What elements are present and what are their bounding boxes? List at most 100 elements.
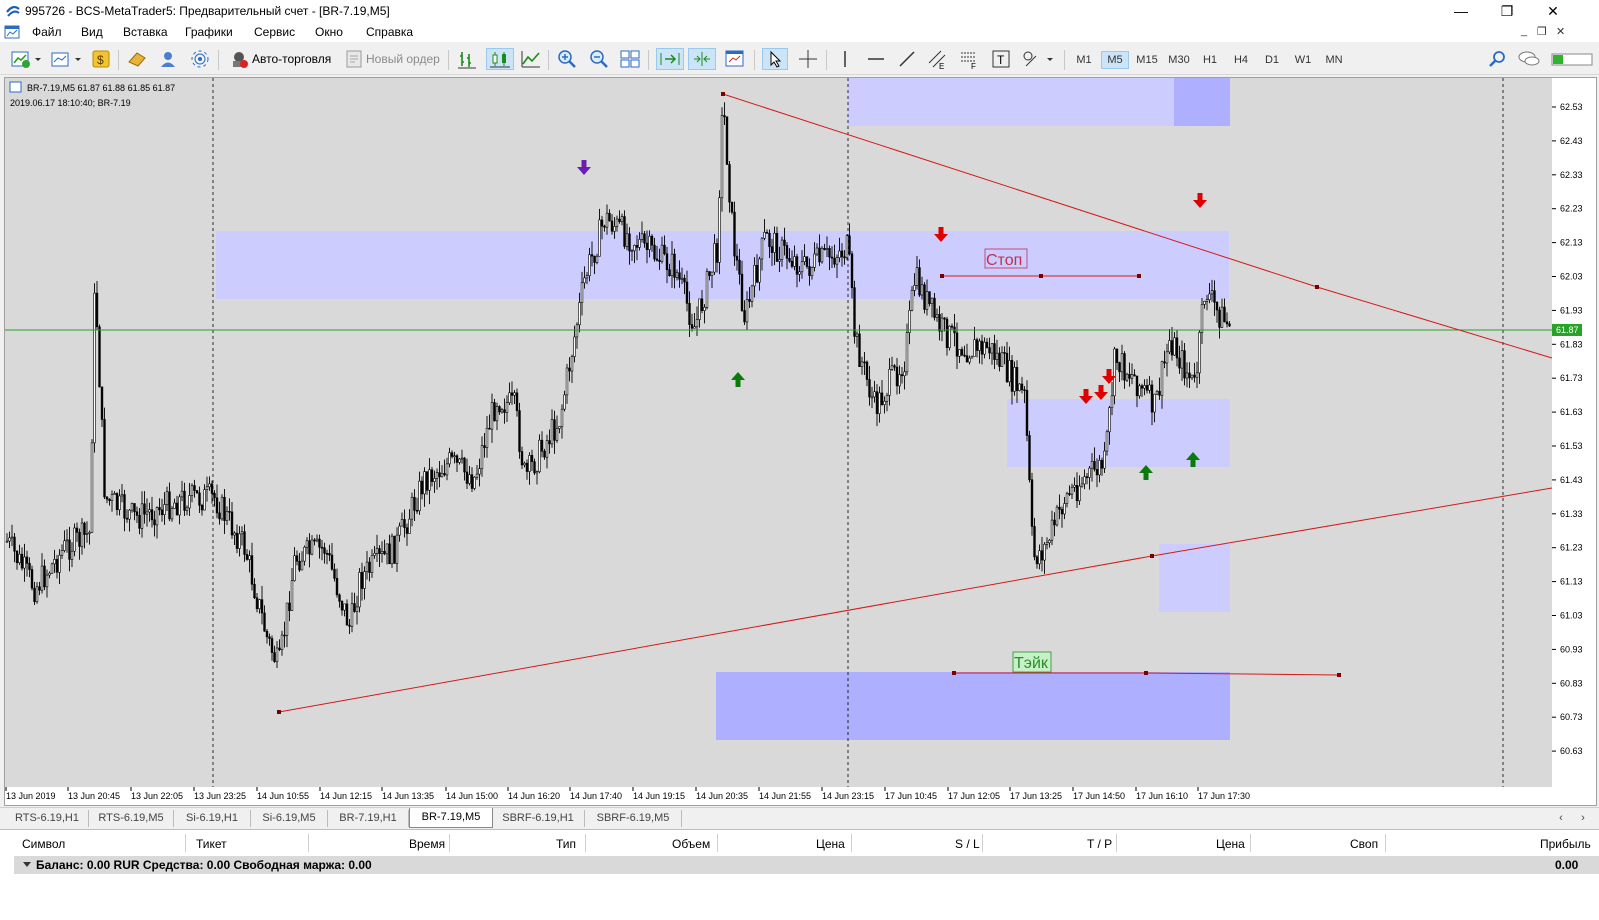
timeframe-m5[interactable]: M5 <box>1101 51 1129 69</box>
price-candle-body <box>560 408 564 427</box>
profiles-button[interactable] <box>50 48 84 70</box>
menu-file[interactable]: Файл <box>32 25 62 39</box>
menu-tools[interactable]: Сервис <box>254 25 295 39</box>
col-symbol[interactable]: Символ <box>22 837 65 851</box>
tab-br-h1[interactable]: BR-7.19,H1 <box>328 810 409 827</box>
col-volume[interactable]: Объем <box>672 837 710 851</box>
price-candle-body <box>35 586 39 603</box>
price-candle-body <box>428 469 431 491</box>
col-profit[interactable]: Прибыль <box>1540 837 1591 851</box>
price-candle-body <box>230 511 234 536</box>
price-candle-body <box>448 452 451 465</box>
chart-shift-button[interactable] <box>688 48 716 70</box>
price-candle-body <box>5 540 9 543</box>
text-tool-button[interactable]: T <box>990 48 1012 70</box>
fibonacci-tool-button[interactable]: F <box>958 48 982 70</box>
time-tick-label: 14 Jun 20:35 <box>696 791 748 801</box>
time-tick-label: 17 Jun 14:50 <box>1073 791 1125 801</box>
price-candle-body <box>23 556 26 569</box>
timeframe-m30[interactable]: M30 <box>1164 51 1194 69</box>
mdi-close-button[interactable]: ✕ <box>1556 25 1565 38</box>
price-candle-body <box>1205 299 1209 302</box>
price-candle-body <box>430 469 434 482</box>
market-watch-button[interactable]: $ <box>90 48 112 70</box>
mdi-minimize-button[interactable]: _ <box>1521 25 1527 37</box>
tile-windows-button[interactable] <box>619 48 641 70</box>
timeframe-w1[interactable]: W1 <box>1289 51 1317 69</box>
timeframe-d1[interactable]: D1 <box>1258 51 1286 69</box>
navigator-button[interactable] <box>126 48 148 70</box>
price-zone <box>848 78 1174 126</box>
zoom-out-button[interactable] <box>588 48 610 70</box>
balance-row[interactable]: Баланс: 0.00 RUR Средства: 0.00 Свободна… <box>14 856 1599 874</box>
tabs-scroll-left-icon[interactable]: ‹ <box>1555 810 1567 827</box>
templates-button[interactable] <box>724 48 746 70</box>
col-tp[interactable]: T / P <box>1087 837 1112 851</box>
price-candle-body <box>245 554 249 560</box>
price-candle-body <box>648 235 651 251</box>
cursor-tool-button[interactable] <box>762 48 788 70</box>
minimize-button[interactable]: — <box>1438 0 1484 22</box>
tab-sbrf-h1[interactable]: SBRF-6.19,H1 <box>492 810 585 827</box>
col-price[interactable]: Цена <box>816 837 845 851</box>
auto-trading-icon <box>233 52 248 68</box>
timeframe-h1[interactable]: H1 <box>1196 51 1224 69</box>
maximize-button[interactable]: ❐ <box>1484 0 1530 22</box>
price-candle-body <box>863 361 866 364</box>
price-candle-body <box>575 324 579 338</box>
auto-scroll-button[interactable] <box>656 48 684 70</box>
crosshair-tool-button[interactable] <box>797 48 819 70</box>
price-candle-body <box>248 555 251 560</box>
tab-si-m5[interactable]: Si-6.19,M5 <box>251 810 328 827</box>
price-candle-body <box>343 603 346 611</box>
equidistant-channel-tool-button[interactable]: E <box>926 48 950 70</box>
tab-si-h1[interactable]: Si-6.19,H1 <box>174 810 251 827</box>
zoom-in-button[interactable] <box>556 48 578 70</box>
horizontal-line-tool-button[interactable] <box>865 48 887 70</box>
bar-chart-button[interactable] <box>456 48 478 70</box>
mdi-restore-button[interactable]: ❐ <box>1537 25 1547 38</box>
menu-help[interactable]: Справка <box>366 25 413 39</box>
timeframe-m1[interactable]: M1 <box>1070 51 1098 69</box>
signals-button[interactable] <box>189 48 211 70</box>
price-candle-body <box>138 515 141 529</box>
new-order-button[interactable]: Новый ордер <box>342 48 442 70</box>
col-current-price[interactable]: Цена <box>1216 837 1245 851</box>
tabs-scroll-right-icon[interactable]: › <box>1577 810 1589 827</box>
price-tick-label: 61.03 <box>1560 611 1583 621</box>
shapes-tool-button[interactable] <box>1020 48 1058 70</box>
timeframe-mn[interactable]: MN <box>1320 51 1348 69</box>
tab-rts-m5[interactable]: RTS-6.19,M5 <box>89 810 174 827</box>
menu-view[interactable]: Вид <box>81 25 103 39</box>
timeframe-h4[interactable]: H4 <box>1227 51 1255 69</box>
chat-button[interactable] <box>1516 48 1542 70</box>
price-chart[interactable]: Стоп Тэйк 62.53 62.43 62.33 62.23 62.13 62.03 6… <box>5 78 1596 805</box>
trendline-tool-button[interactable] <box>896 48 918 70</box>
chart-window[interactable]: Стоп Тэйк 62.53 62.43 62.33 62.23 62.13 62.03 6… <box>4 77 1597 806</box>
tab-sbrf-m5[interactable]: SBRF-6.19,M5 <box>585 810 682 827</box>
col-sl[interactable]: S / L <box>955 837 980 851</box>
col-type[interactable]: Тип <box>556 837 576 851</box>
data-window-button[interactable] <box>157 48 179 70</box>
col-time[interactable]: Время <box>409 837 445 851</box>
col-ticket[interactable]: Тикет <box>196 837 227 851</box>
menu-insert[interactable]: Вставка <box>123 25 168 39</box>
tab-br-m5[interactable]: BR-7.19,M5 <box>409 808 493 828</box>
price-candle-body <box>468 474 471 484</box>
auto-trading-button[interactable]: Авто-торговля <box>226 48 338 70</box>
search-button[interactable] <box>1487 48 1509 70</box>
vertical-line-tool-button[interactable] <box>834 48 856 70</box>
menu-window[interactable]: Окно <box>315 25 343 39</box>
time-tick-label: 14 Jun 16:20 <box>508 791 560 801</box>
close-button[interactable]: ✕ <box>1530 0 1576 22</box>
col-swap[interactable]: Своп <box>1350 837 1378 851</box>
tab-rts-h1[interactable]: RTS-6.19,H1 <box>6 810 89 827</box>
price-candle-body <box>990 343 994 354</box>
price-candle-body <box>770 246 774 253</box>
menu-charts[interactable]: Графики <box>185 25 233 39</box>
timeframe-m15[interactable]: M15 <box>1132 51 1162 69</box>
candlestick-chart-button[interactable] <box>486 48 514 70</box>
price-candle-body <box>360 572 364 589</box>
new-chart-button[interactable] <box>10 48 44 70</box>
line-chart-button[interactable] <box>520 48 542 70</box>
